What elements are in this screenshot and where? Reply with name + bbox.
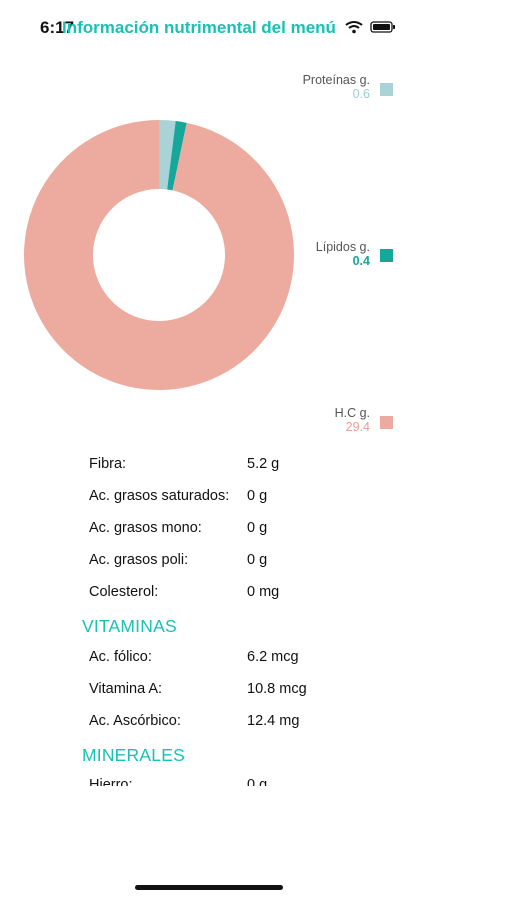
nutrient-row-saturados: Ac. grasos saturados: 0 g (89, 488, 267, 504)
nutrient-row-hierro: Hierro: 0 g (89, 777, 267, 786)
legend-swatch-proteinas (380, 83, 393, 96)
nutrient-label: Ac. grasos saturados: (89, 488, 230, 504)
legend-label: Proteínas g. (302, 73, 370, 87)
nutrient-label: Ac. grasos mono: (89, 520, 202, 536)
legend-item-proteinas: Proteínas g. 0.6 (303, 73, 370, 101)
section-title-vitaminas: VITAMINAS (82, 616, 177, 636)
section-title-minerales: MINERALES (82, 745, 185, 765)
legend-item-hc: H.C g. 29.4 (335, 406, 370, 434)
nutrient-row-mono: Ac. grasos mono: 0 g (89, 520, 267, 536)
nutrient-row-poli: Ac. grasos poli: 0 g (89, 552, 267, 568)
nutrient-label: Fibra: (89, 456, 127, 472)
nutrient-row-colesterol: Colesterol: 0 mg (89, 584, 279, 600)
donut-chart-svg (24, 120, 295, 391)
nutrient-value: 10.8 mcg (247, 681, 307, 697)
legend-value: 0.4 (352, 254, 370, 268)
nutrient-row-acido-folico: Ac. fólico: 6.2 mcg (89, 649, 299, 665)
legend-value: 0.6 (352, 87, 370, 101)
legend-item-lipidos: Lípidos g. 0.4 (316, 240, 370, 268)
legend-label: H.C g. (334, 406, 370, 420)
nutrient-value: 0 g (247, 777, 268, 786)
nutrient-list: Fibra: 5.2 g Ac. grasos saturados: 0 g A… (0, 450, 507, 786)
legend-swatch-lipidos (380, 249, 393, 262)
nutrient-row-fibra: Fibra: 5.2 g (89, 456, 279, 472)
nutrient-label: Ac. Ascórbico: (89, 713, 181, 729)
battery-icon (370, 21, 395, 33)
nutrient-label: Vitamina A: (89, 681, 163, 697)
nutrient-label: Ac. fólico: (89, 649, 152, 665)
nutrient-value: 0 g (247, 520, 268, 536)
nutrient-value: 5.2 g (247, 456, 280, 472)
nutrient-value: 0 g (247, 488, 268, 504)
nutrient-row-ascorbico: Ac. Ascórbico: 12.4 mg (89, 713, 299, 729)
page-title: Información nutrimental del menú (62, 18, 336, 37)
nutrition-donut-chart: Proteínas g. 0.6 Lípidos g. 0.4 H.C g. 2… (0, 60, 507, 440)
nutrient-label: Colesterol: (89, 584, 159, 600)
wifi-icon (345, 21, 363, 34)
status-icons (345, 21, 395, 34)
nutrient-value: 6.2 mcg (247, 649, 299, 665)
nutrient-label: Hierro: (89, 777, 133, 786)
legend-label: Lípidos g. (315, 240, 370, 254)
nutrient-value: 0 g (247, 552, 268, 568)
nutrient-value: 0 mg (247, 584, 280, 600)
nutrient-row-vitamina-a: Vitamina A: 10.8 mcg (89, 681, 307, 697)
legend-value: 29.4 (345, 420, 370, 434)
nutrient-value: 12.4 mg (247, 713, 300, 729)
home-indicator[interactable] (135, 885, 283, 890)
legend-swatch-hc (380, 416, 393, 429)
nutrient-label: Ac. grasos poli: (89, 552, 189, 568)
